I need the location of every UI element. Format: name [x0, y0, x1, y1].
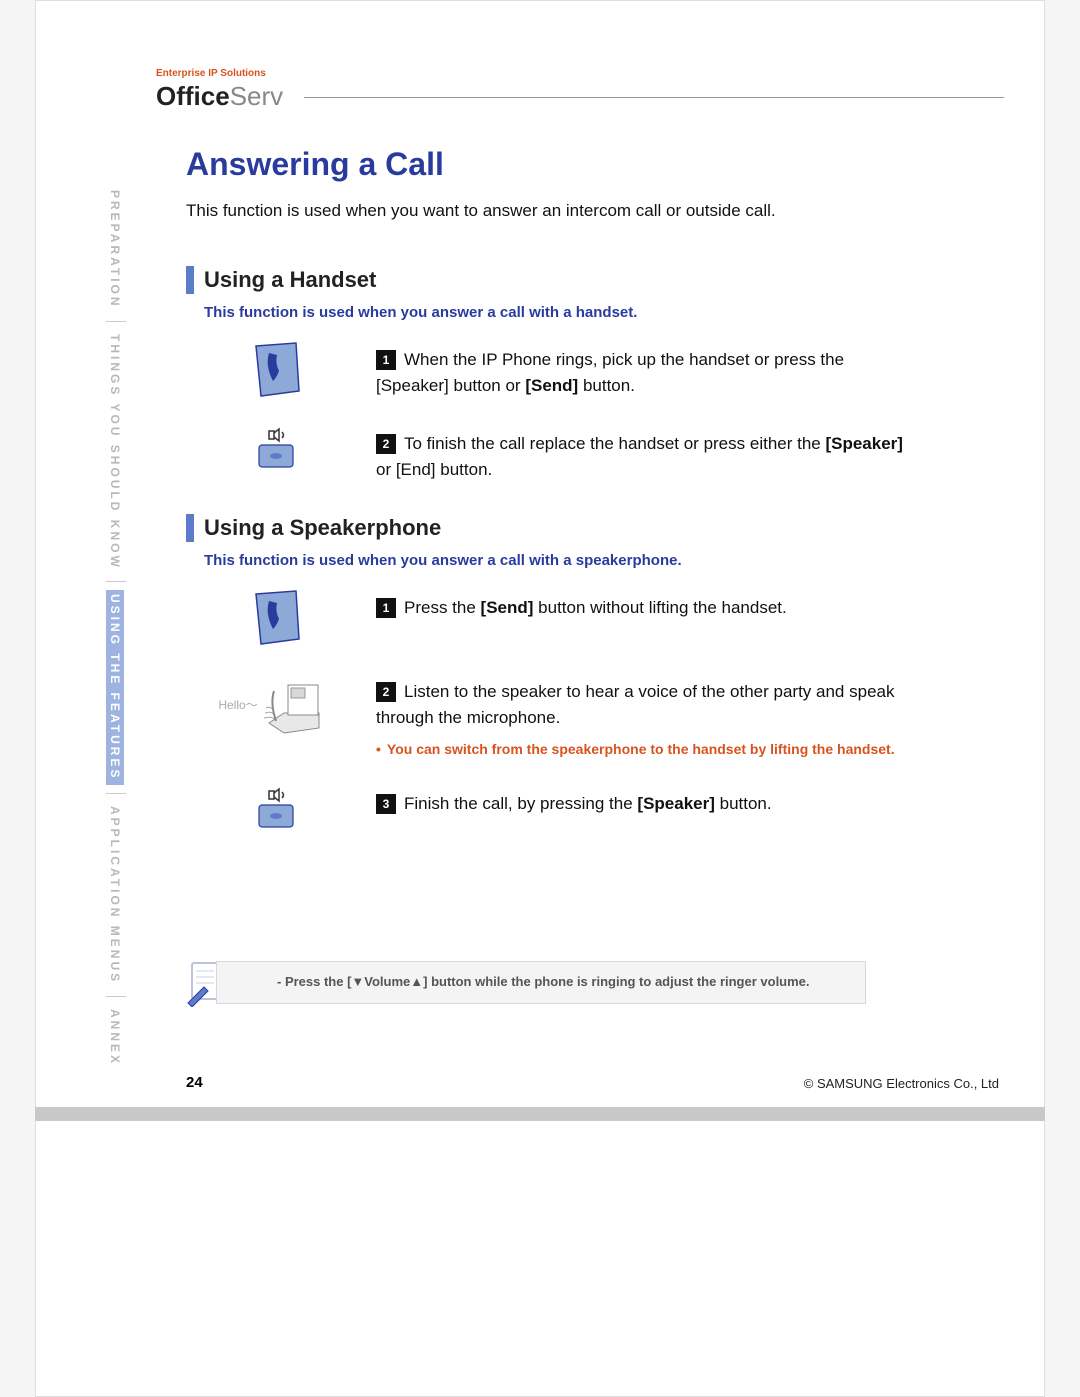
step-text: 3Finish the call, by pressing the [Speak…: [376, 785, 906, 817]
step-text: 1Press the [Send] button without lifting…: [376, 589, 906, 621]
section-accent-bar: [186, 514, 194, 542]
step-badge-3: 3: [376, 794, 396, 814]
sidebar-item-things[interactable]: THINGS YOU SHOULD KNOW: [106, 330, 124, 574]
section-handset-head: Using a Handset: [186, 266, 906, 294]
step-badge-2: 2: [376, 434, 396, 454]
step-badge-1: 1: [376, 598, 396, 618]
sidebar-separator: [106, 793, 126, 794]
handset-icon: [216, 341, 336, 401]
step-text: 2To finish the call replace the handset …: [376, 425, 906, 484]
step-text: 2Listen to the speaker to hear a voice o…: [376, 673, 906, 761]
brand-tagline: Enterprise IP Solutions: [156, 68, 1004, 79]
sidebar-item-preparation[interactable]: PREPARATION: [106, 186, 124, 313]
main-content: Answering a Call This function is used w…: [186, 146, 906, 859]
bullet-icon: •: [376, 739, 381, 761]
section-speaker-head: Using a Speakerphone: [186, 514, 906, 542]
sidebar-separator: [106, 996, 126, 997]
document-page: Enterprise IP Solutions OfficeServ PREPA…: [35, 0, 1045, 1397]
sidebar-separator: [106, 321, 126, 322]
note-text: - Press the [▼Volume▲] button while the …: [277, 974, 810, 989]
header: Enterprise IP Solutions OfficeServ: [156, 68, 1004, 112]
logo-light: Serv: [230, 81, 283, 111]
phone-illustration: Hello～: [216, 673, 336, 737]
speaker-step-3: 3Finish the call, by pressing the [Speak…: [216, 785, 906, 835]
intro-text: This function is used when you want to a…: [186, 201, 906, 221]
logo-bold: Office: [156, 81, 230, 111]
handset-icon: [216, 589, 336, 649]
sidebar-item-using-features[interactable]: USING THE FEATURES: [106, 590, 124, 784]
header-rule: [304, 97, 1004, 98]
speaker-button-icon: [216, 425, 336, 475]
step-badge-1: 1: [376, 350, 396, 370]
section-speaker-desc: This function is used when you answer a …: [204, 552, 906, 569]
bottom-scrollbar-area: [35, 1107, 1045, 1121]
section-speaker-title: Using a Speakerphone: [204, 515, 441, 541]
handset-step-1: 1When the IP Phone rings, pick up the ha…: [216, 341, 906, 401]
sidebar-nav: PREPARATION THINGS YOU SHOULD KNOW USING…: [106, 186, 126, 966]
speaker-step-1: 1Press the [Send] button without lifting…: [216, 589, 906, 649]
note-box: - Press the [▼Volume▲] button while the …: [216, 961, 866, 1004]
sidebar-item-application-menus[interactable]: APPLICATION MENUS: [106, 802, 124, 988]
section-handset-title: Using a Handset: [204, 267, 376, 293]
tip-line: • You can switch from the speakerphone t…: [376, 739, 906, 761]
sidebar-separator: [106, 581, 126, 582]
speaker-step-2: Hello～ 2Listen to the speaker to hear a …: [216, 673, 906, 761]
step-badge-2: 2: [376, 682, 396, 702]
speaker-button-icon: [216, 785, 336, 835]
tip-text: You can switch from the speakerphone to …: [387, 739, 895, 761]
copyright: © SAMSUNG Electronics Co., Ltd: [804, 1076, 999, 1091]
sidebar-item-annex[interactable]: ANNEX: [106, 1005, 124, 1070]
section-accent-bar: [186, 266, 194, 294]
step-text: 1When the IP Phone rings, pick up the ha…: [376, 341, 906, 400]
page-number: 24: [186, 1074, 203, 1091]
section-handset-desc: This function is used when you answer a …: [204, 304, 906, 321]
hello-label: Hello～: [218, 696, 257, 713]
handset-step-2: 2To finish the call replace the handset …: [216, 425, 906, 484]
page-title: Answering a Call: [186, 146, 906, 183]
